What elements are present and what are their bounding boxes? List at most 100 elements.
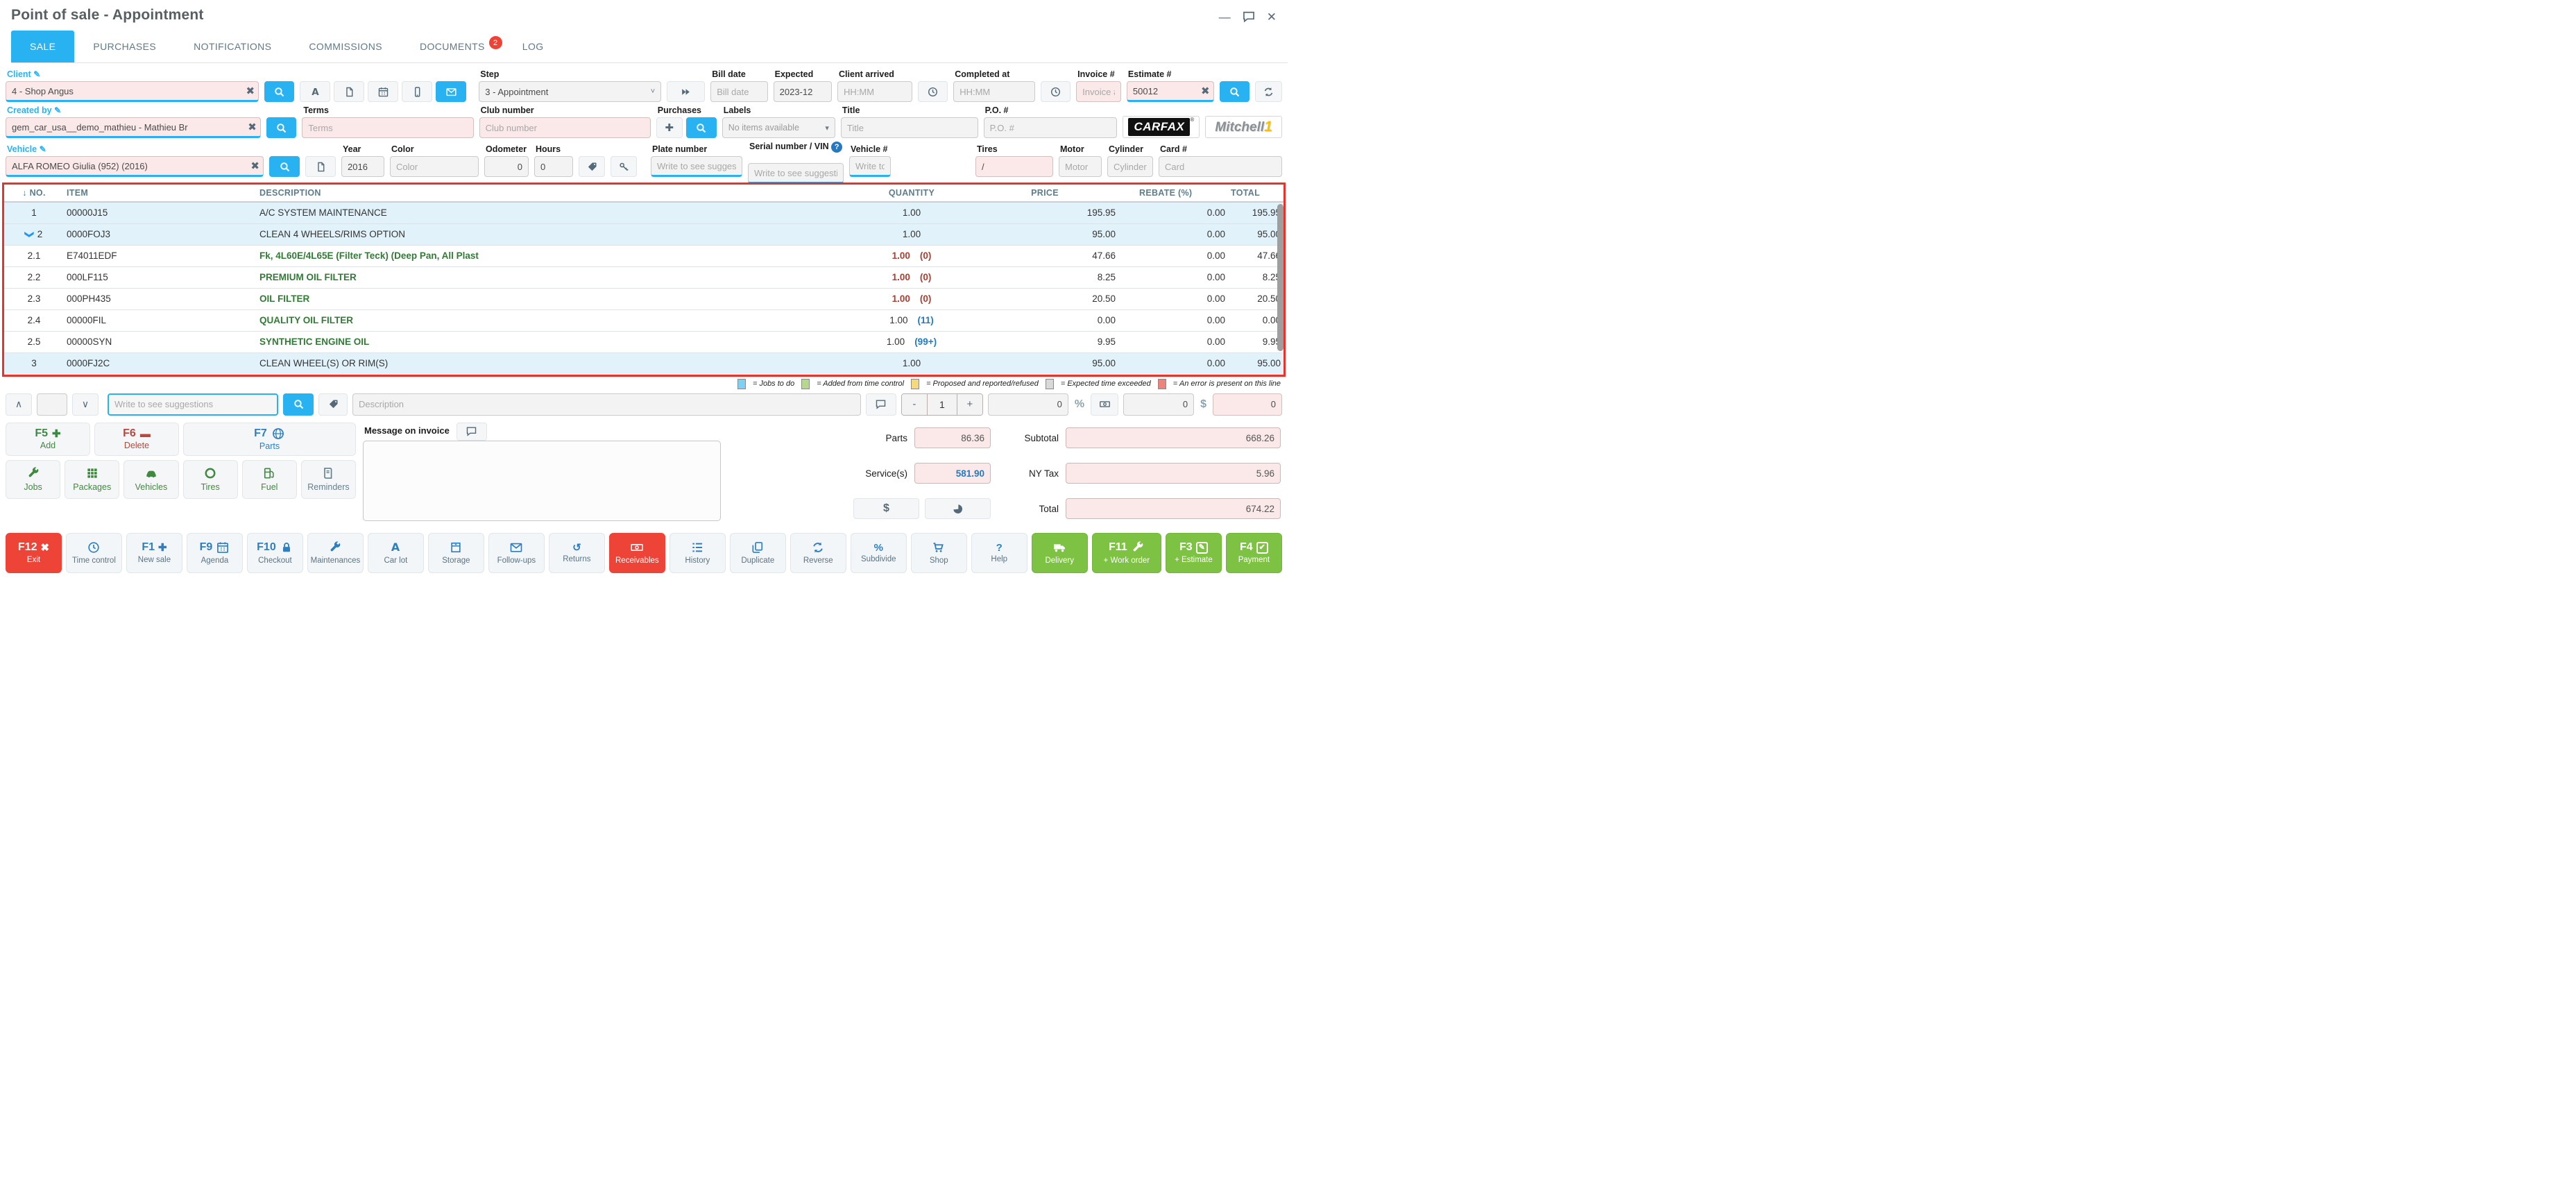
- pie-chart-icon[interactable]: [925, 498, 991, 519]
- card-input[interactable]: [1159, 156, 1282, 177]
- chat-icon[interactable]: [1242, 10, 1256, 24]
- title-input[interactable]: [841, 117, 978, 138]
- time-control-button[interactable]: Time control: [66, 533, 122, 573]
- description-input[interactable]: [352, 393, 861, 416]
- total-input[interactable]: [1213, 393, 1282, 416]
- phone-icon[interactable]: [402, 81, 432, 102]
- table-row[interactable]: 30000FJ2CCLEAN WHEEL(S) OR RIM(S)1.0095.…: [4, 352, 1283, 374]
- client-arrived-input[interactable]: [837, 81, 912, 102]
- table-row[interactable]: 100000J15A/C SYSTEM MAINTENANCE1.00195.9…: [4, 202, 1283, 223]
- tab-purchases[interactable]: PURCHASES: [74, 31, 175, 62]
- close-icon[interactable]: ✕: [1267, 11, 1277, 23]
- item-search-input[interactable]: [108, 393, 278, 416]
- tires-input[interactable]: [975, 156, 1053, 177]
- car-lot-button[interactable]: Car lot: [368, 533, 424, 573]
- tag-icon[interactable]: [579, 156, 605, 177]
- invoice-input[interactable]: [1076, 81, 1121, 102]
- motor-input[interactable]: [1059, 156, 1102, 177]
- vehicle-search-button[interactable]: [269, 156, 300, 177]
- created-by-search-button[interactable]: [266, 117, 297, 138]
- vehicle-input[interactable]: [6, 156, 264, 177]
- envelope-icon[interactable]: [436, 81, 466, 102]
- estimate-button[interactable]: F3✎+ Estimate: [1166, 533, 1222, 573]
- col-no[interactable]: ↓ NO.: [4, 185, 64, 202]
- clock-icon[interactable]: [918, 81, 948, 102]
- next-step-button[interactable]: [667, 81, 705, 102]
- odometer-input[interactable]: [484, 156, 529, 177]
- client-search-button[interactable]: [264, 81, 294, 102]
- quantity-value[interactable]: 1: [927, 394, 957, 415]
- table-row[interactable]: 2.2000LF115PREMIUM OIL FILTER1.00(0)8.25…: [4, 266, 1283, 288]
- fuel-button[interactable]: Fuel: [242, 460, 297, 499]
- storage-button[interactable]: Storage: [428, 533, 484, 573]
- purchases-search-button[interactable]: [686, 117, 717, 138]
- col-quantity[interactable]: QUANTITY: [852, 185, 971, 202]
- refresh-icon[interactable]: [1255, 81, 1282, 102]
- step-select[interactable]: 3 - Appointment˅: [479, 81, 661, 102]
- color-input[interactable]: [390, 156, 479, 177]
- created-by-input[interactable]: [6, 117, 261, 138]
- tab-log[interactable]: LOG: [504, 31, 563, 62]
- cylinder-input[interactable]: [1107, 156, 1153, 177]
- packages-button[interactable]: Packages: [65, 460, 119, 499]
- parts-button[interactable]: F7 Parts: [183, 423, 356, 456]
- work-order-button[interactable]: F11+ Work order: [1092, 533, 1161, 573]
- plate-input[interactable]: [651, 156, 742, 177]
- key-icon[interactable]: [611, 156, 637, 177]
- reverse-button[interactable]: Reverse: [790, 533, 846, 573]
- clear-estimate-icon[interactable]: ✖: [1201, 85, 1210, 97]
- reminders-button[interactable]: Reminders: [301, 460, 356, 499]
- minimize-icon[interactable]: ―: [1219, 11, 1231, 23]
- year-input[interactable]: [341, 156, 384, 177]
- tab-commissions[interactable]: COMMISSIONS: [290, 31, 401, 62]
- history-button[interactable]: History: [669, 533, 726, 573]
- quantity-minus-button[interactable]: -: [902, 394, 927, 415]
- receivables-button[interactable]: Receivables: [609, 533, 665, 573]
- follow-ups-button[interactable]: Follow-ups: [488, 533, 545, 573]
- comment-icon[interactable]: [866, 393, 896, 416]
- item-search-button[interactable]: [283, 393, 314, 416]
- col-item[interactable]: ITEM: [64, 185, 257, 202]
- help-icon[interactable]: ?: [831, 142, 842, 153]
- col-description[interactable]: DESCRIPTION: [257, 185, 852, 202]
- checkout-button[interactable]: F10Checkout: [247, 533, 303, 573]
- tab-documents[interactable]: DOCUMENTS2: [401, 31, 504, 62]
- vehicle-no-input[interactable]: [849, 156, 891, 177]
- completed-at-input[interactable]: [953, 81, 1035, 102]
- vehicle-label[interactable]: Vehicle ✎: [7, 144, 264, 154]
- dollar-icon[interactable]: $: [1199, 398, 1208, 411]
- move-up-icon[interactable]: ∧: [6, 393, 32, 416]
- car-lot-icon[interactable]: [300, 81, 330, 102]
- vehicles-button[interactable]: Vehicles: [123, 460, 178, 499]
- terms-input[interactable]: [302, 117, 473, 138]
- add-purchase-icon[interactable]: ✚: [656, 117, 683, 138]
- vehicle-note-icon[interactable]: [305, 156, 336, 177]
- subdivide-button[interactable]: %Subdivide: [851, 533, 907, 573]
- table-row[interactable]: ❯20000FOJ3CLEAN 4 WHEELS/RIMS OPTION1.00…: [4, 223, 1283, 245]
- calendar-icon[interactable]: [368, 81, 398, 102]
- tab-sale[interactable]: SALE: [11, 31, 74, 62]
- carfax-button[interactable]: CARFAX®: [1123, 116, 1200, 138]
- club-number-input[interactable]: [479, 117, 651, 138]
- col-rebate[interactable]: REBATE (%): [1136, 185, 1228, 202]
- estimate-search-button[interactable]: [1220, 81, 1249, 102]
- money-icon[interactable]: [1091, 393, 1118, 416]
- hours-input[interactable]: [534, 156, 573, 177]
- help-button[interactable]: ?Help: [971, 533, 1027, 573]
- clear-client-icon[interactable]: ✖: [246, 85, 255, 97]
- col-total[interactable]: TOTAL: [1228, 185, 1283, 202]
- table-row[interactable]: 2.3000PH435OIL FILTER1.00(0)20.500.0020.…: [4, 288, 1283, 309]
- clock-icon[interactable]: [1041, 81, 1071, 102]
- table-row[interactable]: 2.1E74011EDFFk, 4L60E/4L65E (Filter Teck…: [4, 245, 1283, 266]
- table-row[interactable]: 2.500000SYNSYNTHETIC ENGINE OIL1.00(99+)…: [4, 331, 1283, 352]
- dollar-icon[interactable]: $: [853, 498, 919, 519]
- jobs-button[interactable]: Jobs: [6, 460, 60, 499]
- line-number-input[interactable]: [37, 393, 67, 416]
- created-by-label[interactable]: Created by ✎: [7, 105, 261, 115]
- table-scrollbar[interactable]: [1277, 204, 1283, 351]
- vin-input[interactable]: [748, 163, 844, 184]
- delivery-button[interactable]: Delivery: [1032, 533, 1088, 573]
- labels-select[interactable]: No items available▾: [722, 117, 835, 138]
- message-comment-icon[interactable]: [457, 423, 487, 441]
- bill-date-input[interactable]: [710, 81, 767, 102]
